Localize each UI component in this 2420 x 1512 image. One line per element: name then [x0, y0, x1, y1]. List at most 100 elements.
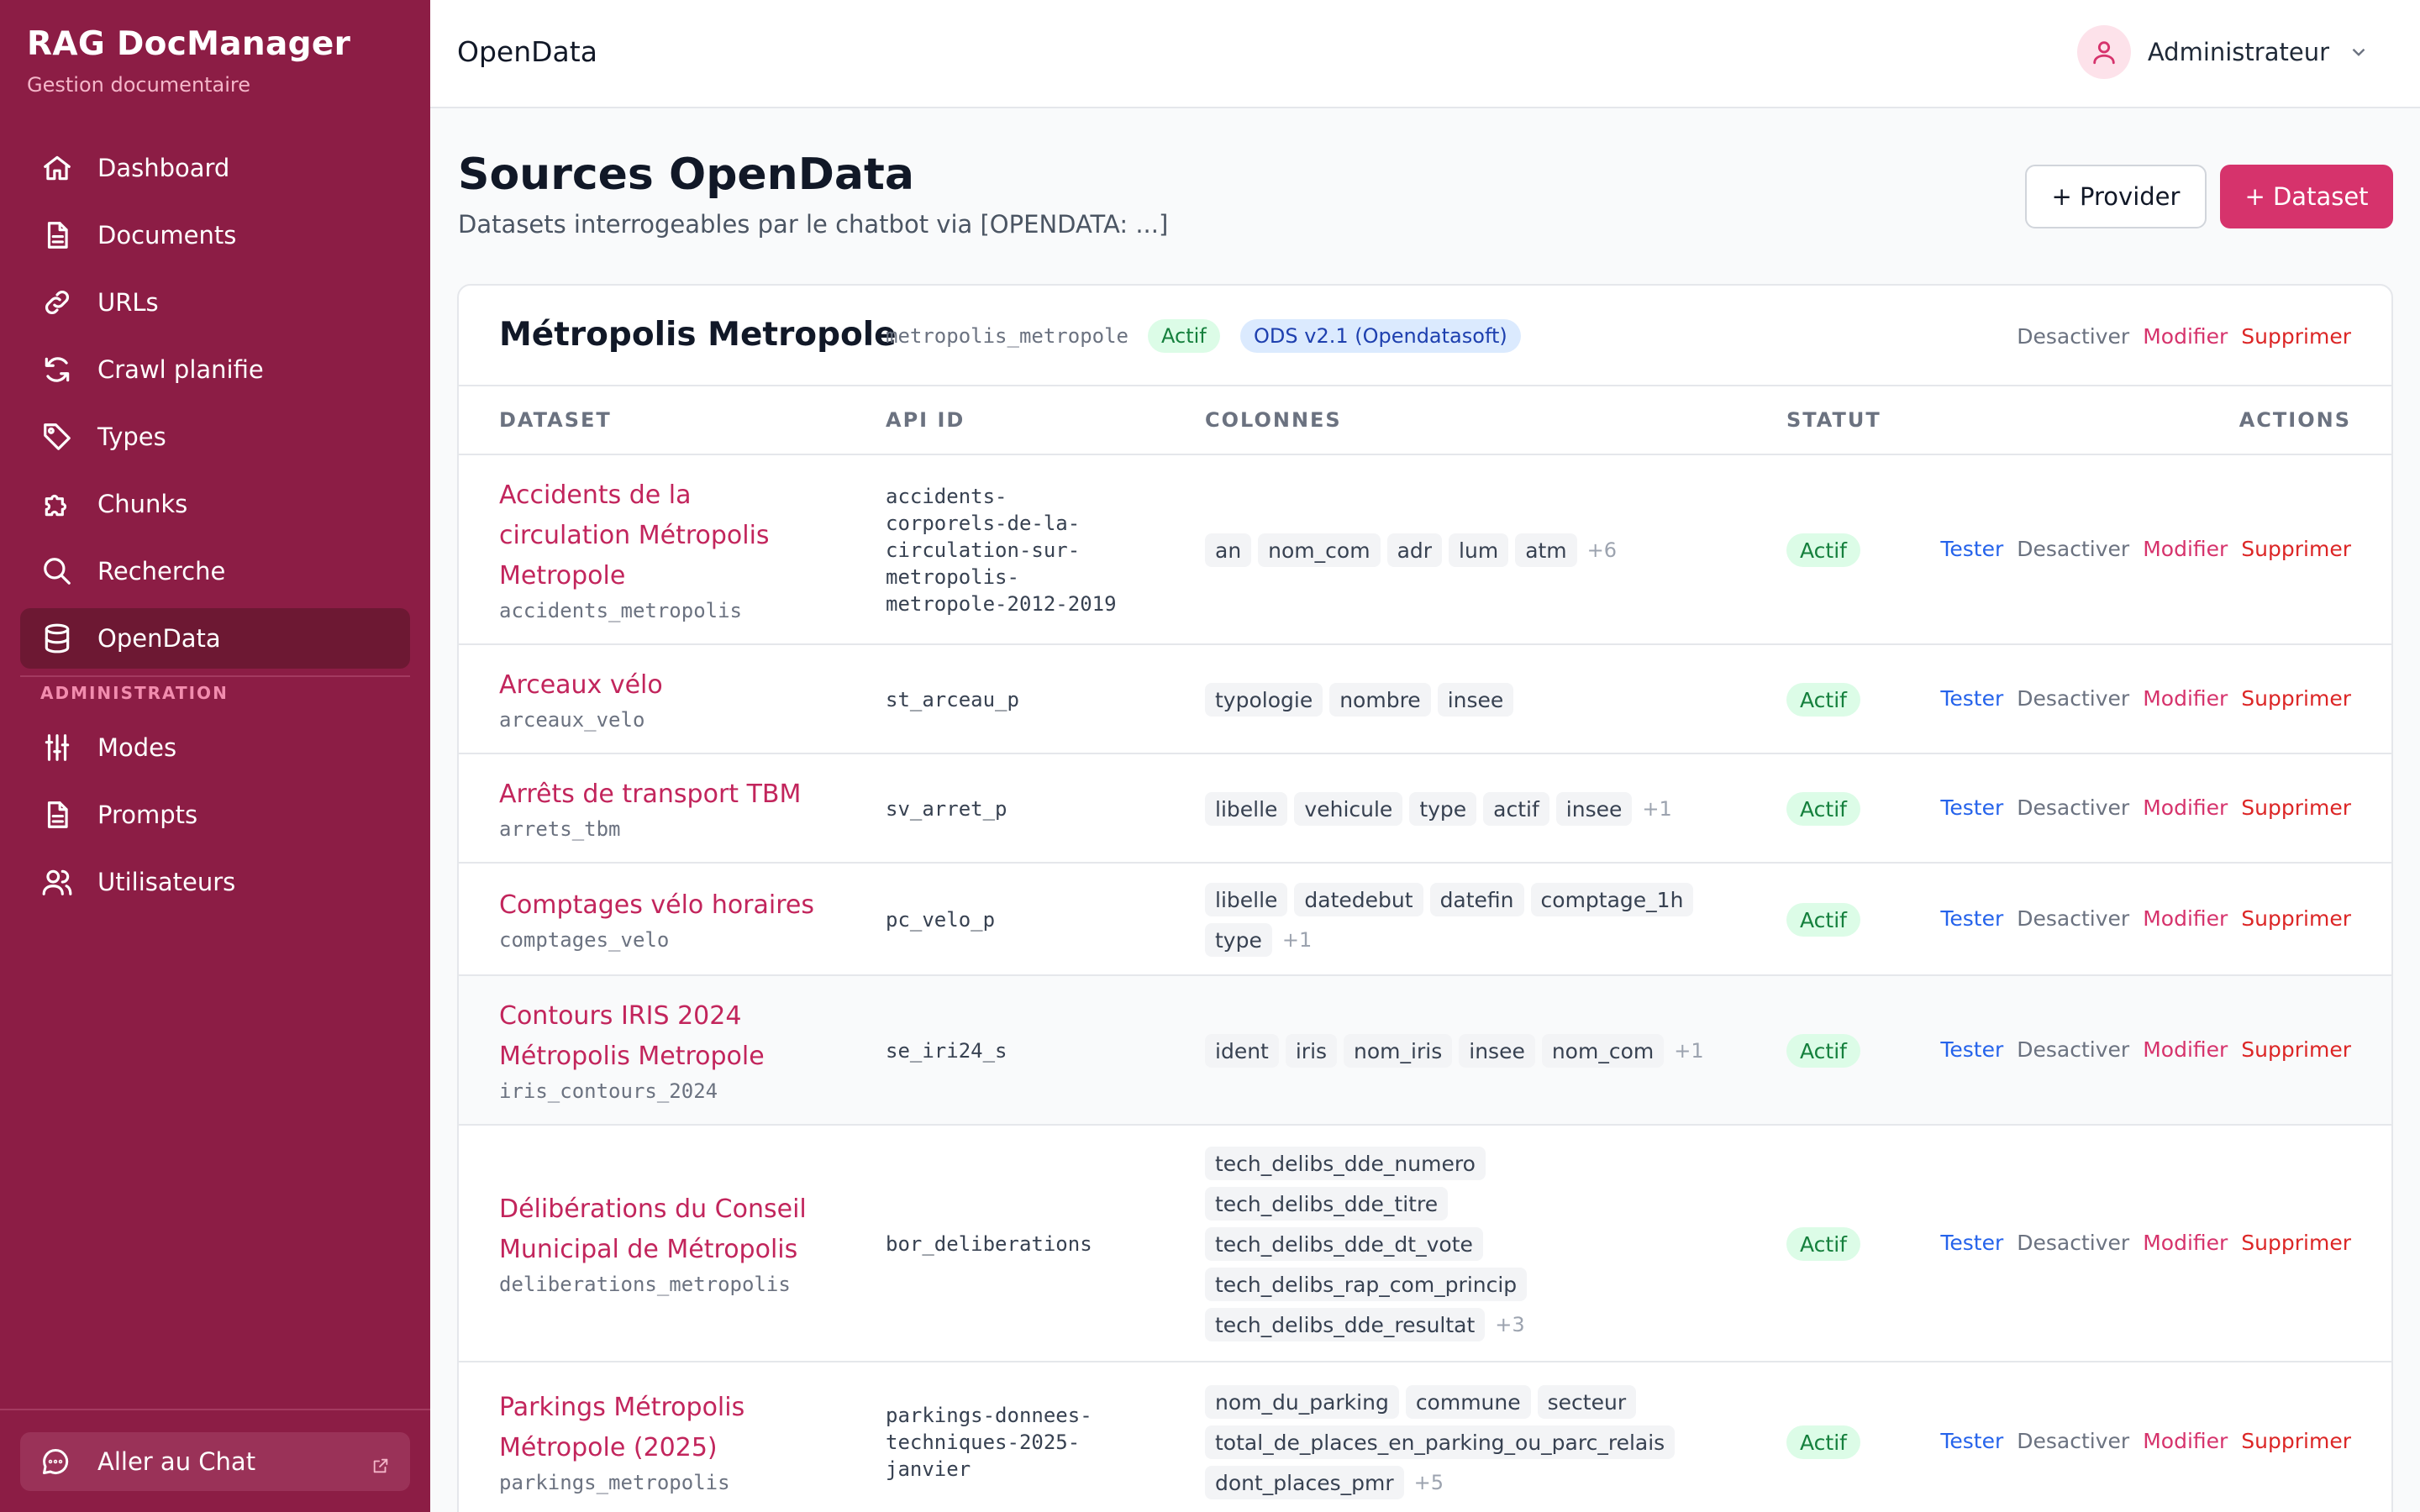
- dataset-cell: Contours IRIS 2024 Métropolis Metropole ir…: [499, 996, 765, 1105]
- sidebar-item-recherche[interactable]: Recherche: [20, 541, 410, 601]
- provider-slug: metropolis_metropole: [886, 324, 1128, 348]
- sidebar-item-documents[interactable]: Documents: [20, 205, 410, 265]
- column-chip: tech_delibs_dde_dt_vote: [1205, 1227, 1483, 1261]
- more-columns-count: +1: [1281, 928, 1313, 952]
- sidebar-item-urls[interactable]: URLs: [20, 272, 410, 333]
- test-link[interactable]: Tester: [1940, 537, 2003, 561]
- more-columns-count: +1: [1674, 1039, 1704, 1063]
- dataset-slug: comptages_velo: [499, 928, 670, 952]
- sidebar-item-dashboard[interactable]: Dashboard: [20, 138, 410, 198]
- deactivate-link[interactable]: Desactiver: [2017, 537, 2129, 561]
- sidebar-section-admin: ADMINISTRATION: [20, 675, 410, 709]
- test-link[interactable]: Tester: [1940, 906, 2003, 931]
- sidebar-nav: Dashboard Documents URLs Crawl planifie …: [20, 138, 410, 919]
- provider-deactivate-link[interactable]: Desactiver: [2017, 324, 2129, 349]
- deactivate-link[interactable]: Desactiver: [2017, 906, 2129, 931]
- columns-line: tech_delibs_rap_com_princip: [1205, 1268, 1726, 1301]
- deactivate-link[interactable]: Desactiver: [2017, 686, 2129, 711]
- table-header: DATASET API ID COLONNES STATUT ACTIONS: [459, 386, 2391, 455]
- delete-link[interactable]: Supprimer: [2241, 795, 2351, 820]
- dataset-name-link[interactable]: Comptages vélo horaires: [499, 885, 814, 926]
- columns-line: libelle datedebut datefin comptage_1h: [1205, 883, 1726, 916]
- columns-line: tech_delibs_dde_titre: [1205, 1187, 1726, 1221]
- column-chip: libelle: [1205, 792, 1288, 826]
- column-chip: type: [1409, 792, 1477, 826]
- dataset-slug: iris_contours_2024: [499, 1079, 718, 1103]
- dataset-name-link[interactable]: Arceaux vélo: [499, 665, 663, 706]
- refresh-icon: [40, 353, 74, 386]
- sidebar-item-chunks[interactable]: Chunks: [20, 474, 410, 534]
- go-to-chat-link[interactable]: Aller au Chat: [20, 1432, 410, 1491]
- delete-link[interactable]: Supprimer: [2241, 537, 2351, 561]
- sidebar-item-prompts[interactable]: Prompts: [20, 785, 410, 845]
- database-icon: [40, 622, 74, 655]
- deactivate-link[interactable]: Desactiver: [2017, 1037, 2129, 1062]
- sidebar-item-label: Modes: [97, 733, 177, 762]
- test-link[interactable]: Tester: [1940, 1231, 2003, 1255]
- dataset-name-link[interactable]: Délibérations du Conseil Municipal de Mét…: [499, 1189, 807, 1270]
- provider-delete-link[interactable]: Supprimer: [2241, 324, 2351, 349]
- test-link[interactable]: Tester: [1940, 795, 2003, 820]
- status-badge: Actif: [1786, 792, 1860, 826]
- column-chip: ident: [1205, 1034, 1279, 1068]
- deactivate-link[interactable]: Desactiver: [2017, 795, 2129, 820]
- sidebar-item-crawl[interactable]: Crawl planifie: [20, 339, 410, 400]
- table-row: Arceaux vélo arceaux_velo st_arceau_p typol…: [459, 645, 2391, 754]
- columns-cell: libelle datedebut datefin comptage_1h type +1: [1205, 883, 1726, 963]
- header-actions: ACTIONS: [2238, 408, 2351, 432]
- home-icon: [40, 151, 74, 185]
- edit-link[interactable]: Modifier: [2143, 795, 2228, 820]
- dataset-name-link[interactable]: Parkings Métropolis Métropole (2025): [499, 1388, 744, 1468]
- api-id: pc_velo_p: [886, 908, 996, 932]
- sidebar-item-utilisateurs[interactable]: Utilisateurs: [20, 852, 410, 912]
- edit-link[interactable]: Modifier: [2143, 1037, 2228, 1062]
- edit-link[interactable]: Modifier: [2143, 1231, 2228, 1255]
- status-badge: Actif: [1786, 1425, 1860, 1459]
- more-columns-count: +5: [1413, 1471, 1444, 1494]
- sidebar-item-modes[interactable]: Modes: [20, 717, 410, 778]
- sidebar-item-types[interactable]: Types: [20, 407, 410, 467]
- add-dataset-button[interactable]: + Dataset: [2220, 165, 2393, 228]
- chevron-down-icon: [2348, 41, 2370, 63]
- sidebar-item-opendata[interactable]: OpenData: [20, 608, 410, 669]
- dataset-name-link[interactable]: Accidents de la circulation Métropolis Met…: [499, 475, 770, 596]
- test-link[interactable]: Tester: [1940, 1037, 2003, 1062]
- status-badge: Actif: [1148, 319, 1220, 353]
- test-link[interactable]: Tester: [1940, 1429, 2003, 1453]
- puzzle-icon: [40, 487, 74, 521]
- table-row: Parkings Métropolis Métropole (2025) parki…: [459, 1362, 2391, 1512]
- sidebar-item-label: Utilisateurs: [97, 868, 236, 896]
- column-chip: nombre: [1329, 683, 1431, 717]
- columns-line: dont_places_pmr +5: [1205, 1466, 1726, 1499]
- provider-edit-link[interactable]: Modifier: [2143, 324, 2228, 349]
- column-chip: adr: [1386, 533, 1443, 567]
- column-chip: tech_delibs_dde_titre: [1205, 1187, 1449, 1221]
- column-chip: lum: [1449, 533, 1509, 567]
- delete-link[interactable]: Supprimer: [2241, 1429, 2351, 1453]
- add-provider-button[interactable]: + Provider: [2025, 165, 2207, 228]
- column-chip: total_de_places_en_parking_ou_parc_relai…: [1205, 1425, 1676, 1459]
- more-columns-count: +3: [1495, 1313, 1525, 1336]
- header-columns: COLONNES: [1205, 408, 1342, 432]
- edit-link[interactable]: Modifier: [2143, 537, 2228, 561]
- edit-link[interactable]: Modifier: [2143, 906, 2228, 931]
- deactivate-link[interactable]: Desactiver: [2017, 1231, 2129, 1255]
- columns-line: an nom_com adr lum atm +6: [1205, 533, 1726, 567]
- test-link[interactable]: Tester: [1940, 686, 2003, 711]
- delete-link[interactable]: Supprimer: [2241, 1231, 2351, 1255]
- provider-card: Métropolis Metropole metropolis_metropol…: [457, 284, 2393, 1512]
- edit-link[interactable]: Modifier: [2143, 1429, 2228, 1453]
- dataset-name-link[interactable]: Contours IRIS 2024 Métropolis Metropole: [499, 996, 765, 1077]
- delete-link[interactable]: Supprimer: [2241, 906, 2351, 931]
- dataset-name-link[interactable]: Arrêts de transport TBM: [499, 774, 801, 815]
- app-subtitle: Gestion documentaire: [27, 73, 251, 97]
- delete-link[interactable]: Supprimer: [2241, 686, 2351, 711]
- delete-link[interactable]: Supprimer: [2241, 1037, 2351, 1062]
- sidebar-item-label: Recherche: [97, 557, 226, 585]
- user-menu[interactable]: Administrateur: [2076, 25, 2370, 79]
- link-icon: [40, 286, 74, 319]
- columns-line: typologie nombre insee: [1205, 683, 1726, 717]
- edit-link[interactable]: Modifier: [2143, 686, 2228, 711]
- sidebar-item-label: Dashboard: [97, 154, 230, 182]
- deactivate-link[interactable]: Desactiver: [2017, 1429, 2129, 1453]
